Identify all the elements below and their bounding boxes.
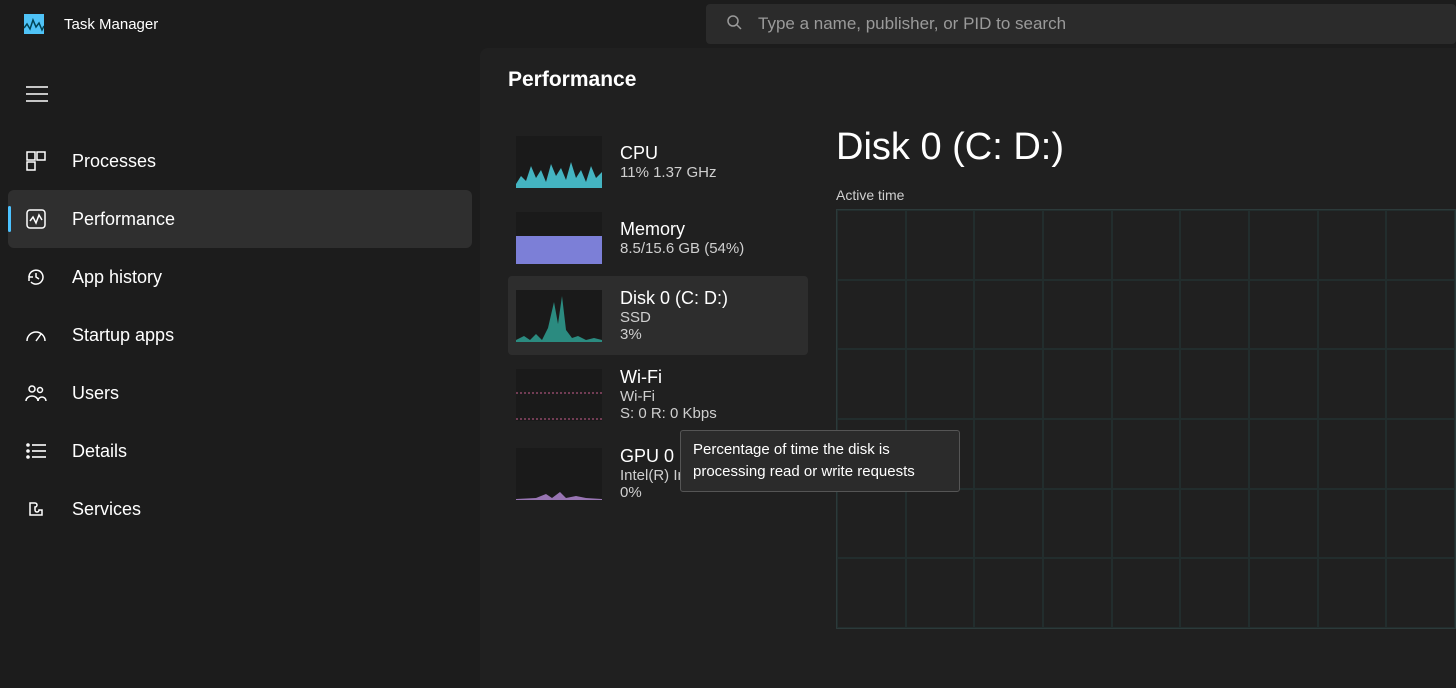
sidebar-item-label: Users	[72, 383, 119, 404]
main-panel: Performance CPU 11% 1.37 GHz Memory 8.5/…	[480, 48, 1456, 688]
gauge-icon	[24, 325, 48, 345]
sidebar-item-app-history[interactable]: App history	[8, 248, 472, 306]
perf-item-memory[interactable]: Memory 8.5/15.6 GB (54%)	[508, 200, 808, 276]
users-icon	[24, 383, 48, 403]
detail-title: Disk 0 (C: D:)	[836, 126, 1456, 169]
page-title: Performance	[508, 68, 1456, 92]
search-box[interactable]	[706, 4, 1456, 44]
sidebar: Processes Performance App history Startu…	[0, 48, 480, 688]
grid-icon	[24, 151, 48, 171]
perf-name: Memory	[620, 219, 744, 240]
memory-mini-chart	[516, 212, 602, 264]
sidebar-item-label: App history	[72, 267, 162, 288]
perf-name: CPU	[620, 143, 716, 164]
history-icon	[24, 267, 48, 287]
tooltip: Percentage of time the disk is processin…	[680, 430, 960, 492]
perf-name: Wi-Fi	[620, 367, 717, 388]
perf-name: Disk 0 (C: D:)	[620, 288, 728, 309]
search-icon	[726, 14, 742, 35]
gpu-mini-chart	[516, 448, 602, 500]
disk-mini-chart	[516, 290, 602, 342]
detail-panel: Disk 0 (C: D:) Active time	[836, 126, 1456, 629]
perf-sub: SSD	[620, 309, 728, 326]
sidebar-item-details[interactable]: Details	[8, 422, 472, 480]
app-icon	[24, 14, 44, 34]
perf-sub: 8.5/15.6 GB (54%)	[620, 240, 744, 257]
app-title: Task Manager	[64, 16, 158, 33]
sidebar-item-label: Startup apps	[72, 325, 174, 346]
sidebar-item-startup-apps[interactable]: Startup apps	[8, 306, 472, 364]
perf-item-disk0[interactable]: Disk 0 (C: D:) SSD 3%	[508, 276, 808, 355]
perf-sub: 3%	[620, 326, 728, 343]
sidebar-item-label: Performance	[72, 209, 175, 230]
activity-icon	[24, 209, 48, 229]
puzzle-icon	[24, 499, 48, 519]
sidebar-item-processes[interactable]: Processes	[8, 132, 472, 190]
search-input[interactable]	[758, 14, 1456, 34]
chart-label: Active time	[836, 187, 1456, 203]
sidebar-item-label: Services	[72, 499, 141, 520]
sidebar-item-services[interactable]: Services	[8, 480, 472, 538]
sidebar-item-label: Details	[72, 441, 127, 462]
perf-sub: Wi-Fi	[620, 388, 717, 405]
perf-sub: S: 0 R: 0 Kbps	[620, 405, 717, 422]
perf-sub: 11% 1.37 GHz	[620, 164, 716, 181]
sidebar-item-performance[interactable]: Performance	[8, 190, 472, 248]
perf-item-wifi[interactable]: Wi-Fi Wi-Fi S: 0 R: 0 Kbps	[508, 355, 808, 434]
wifi-mini-chart	[516, 369, 602, 421]
active-time-chart	[836, 209, 1456, 629]
list-icon	[24, 443, 48, 459]
sidebar-item-label: Processes	[72, 151, 156, 172]
hamburger-button[interactable]	[0, 76, 480, 132]
cpu-mini-chart	[516, 136, 602, 188]
perf-item-cpu[interactable]: CPU 11% 1.37 GHz	[508, 124, 808, 200]
sidebar-item-users[interactable]: Users	[8, 364, 472, 422]
